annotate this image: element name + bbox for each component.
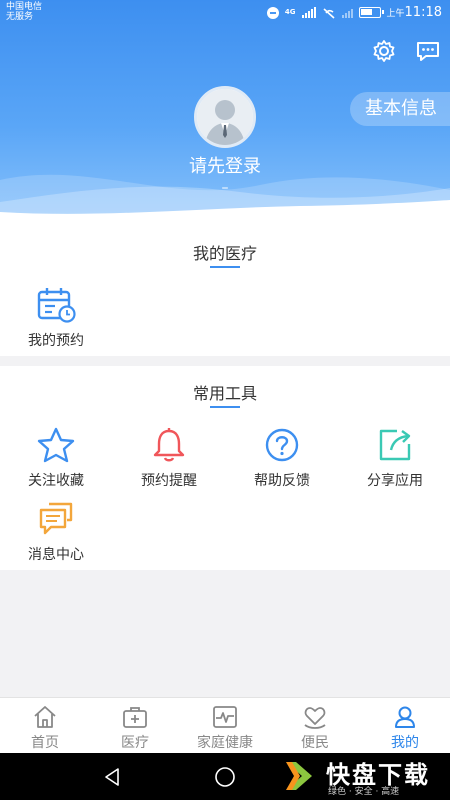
- nav-item-family-health[interactable]: 家庭健康: [180, 698, 270, 753]
- my-appointment-item[interactable]: 我的预约: [0, 286, 112, 350]
- status-bar: 中国电信 无服务 4G 上午11:18: [0, 0, 450, 26]
- settings-gear-icon[interactable]: [371, 38, 397, 64]
- nav-label-convenience: 便民: [301, 735, 329, 751]
- pulse-icon: [213, 706, 237, 728]
- my-medical-section: 我的医疗 我的预约: [0, 228, 450, 356]
- nav-item-medical[interactable]: 医疗: [90, 698, 180, 753]
- section-underline: [210, 406, 240, 408]
- message-icon: [39, 502, 73, 535]
- favorites-label: 关注收藏: [28, 473, 84, 489]
- nav-label-home: 首页: [31, 735, 59, 751]
- basic-info-button[interactable]: 基本信息: [350, 92, 450, 126]
- time-prefix: 上午: [386, 9, 405, 19]
- time-value: 11:18: [404, 5, 442, 20]
- section-underline: [210, 266, 240, 268]
- signal-icon: [301, 7, 316, 18]
- profile-header: 中国电信 无服务 4G 上午11:18 请先登录 – 基本信息: [0, 0, 450, 230]
- question-icon: [265, 428, 299, 462]
- star-icon: [37, 427, 75, 463]
- service-status: 无服务: [6, 12, 34, 22]
- home-icon: [34, 706, 56, 728]
- nav-label-mine: 我的: [391, 735, 419, 751]
- heart-hand-icon: [304, 707, 326, 729]
- nav-label-medical: 医疗: [121, 735, 149, 751]
- default-avatar-icon: [197, 89, 253, 145]
- home-circle-icon[interactable]: [213, 765, 237, 789]
- login-prompt[interactable]: 请先登录: [0, 152, 450, 178]
- message-center-item[interactable]: 消息中心: [0, 500, 112, 564]
- watermark-logo-icon: [286, 762, 312, 790]
- no-signal-icon: [322, 7, 335, 19]
- section-title-medical: 我的医疗: [192, 244, 257, 263]
- status-icons: 4G 上午11:18: [266, 5, 442, 20]
- watermark-slogan: 绿色 · 安全 · 高速: [328, 787, 400, 797]
- favorites-item[interactable]: 关注收藏: [0, 426, 112, 490]
- share-app-item[interactable]: 分享应用: [339, 426, 450, 490]
- appointment-reminder-item[interactable]: 预约提醒: [113, 426, 225, 490]
- back-icon[interactable]: [100, 765, 124, 789]
- signal-icon-2: [341, 7, 353, 18]
- medical-kit-icon: [123, 707, 147, 728]
- nav-item-convenience[interactable]: 便民: [270, 698, 360, 753]
- help-feedback-item[interactable]: 帮助反馈: [226, 426, 338, 490]
- carrier-info: 中国电信 无服务: [6, 2, 42, 22]
- help-feedback-label: 帮助反馈: [254, 473, 310, 489]
- message-bubble-icon[interactable]: [415, 38, 441, 64]
- common-tools-section: 常用工具 关注收藏 预约提醒 帮助反馈 分享应用 消息中心: [0, 366, 450, 570]
- clock: 上午11:18: [387, 5, 442, 20]
- download-site-watermark: 快盘下载 绿色 · 安全 · 高速: [276, 753, 450, 800]
- avatar[interactable]: [194, 86, 256, 148]
- nav-item-mine[interactable]: 我的: [360, 698, 450, 753]
- nav-label-family-health: 家庭健康: [197, 735, 253, 751]
- battery-icon: [358, 7, 384, 18]
- network-type: 4G: [284, 8, 296, 16]
- calendar-clock-icon: [37, 288, 76, 323]
- bell-icon: [153, 428, 185, 462]
- user-subtitle: –: [221, 180, 229, 196]
- appointment-reminder-label: 预约提醒: [141, 473, 197, 489]
- message-center-label: 消息中心: [28, 547, 84, 563]
- user-icon: [395, 706, 415, 728]
- section-title-tools: 常用工具: [192, 384, 257, 403]
- carrier-name: 中国电信: [6, 2, 43, 12]
- my-appointment-label: 我的预约: [28, 333, 84, 349]
- nav-item-home[interactable]: 首页: [0, 698, 90, 753]
- share-app-label: 分享应用: [367, 473, 423, 489]
- bottom-nav: 首页 医疗 家庭健康 便民 我的: [0, 697, 450, 753]
- do-not-disturb-icon: [266, 6, 279, 19]
- share-icon: [379, 429, 411, 461]
